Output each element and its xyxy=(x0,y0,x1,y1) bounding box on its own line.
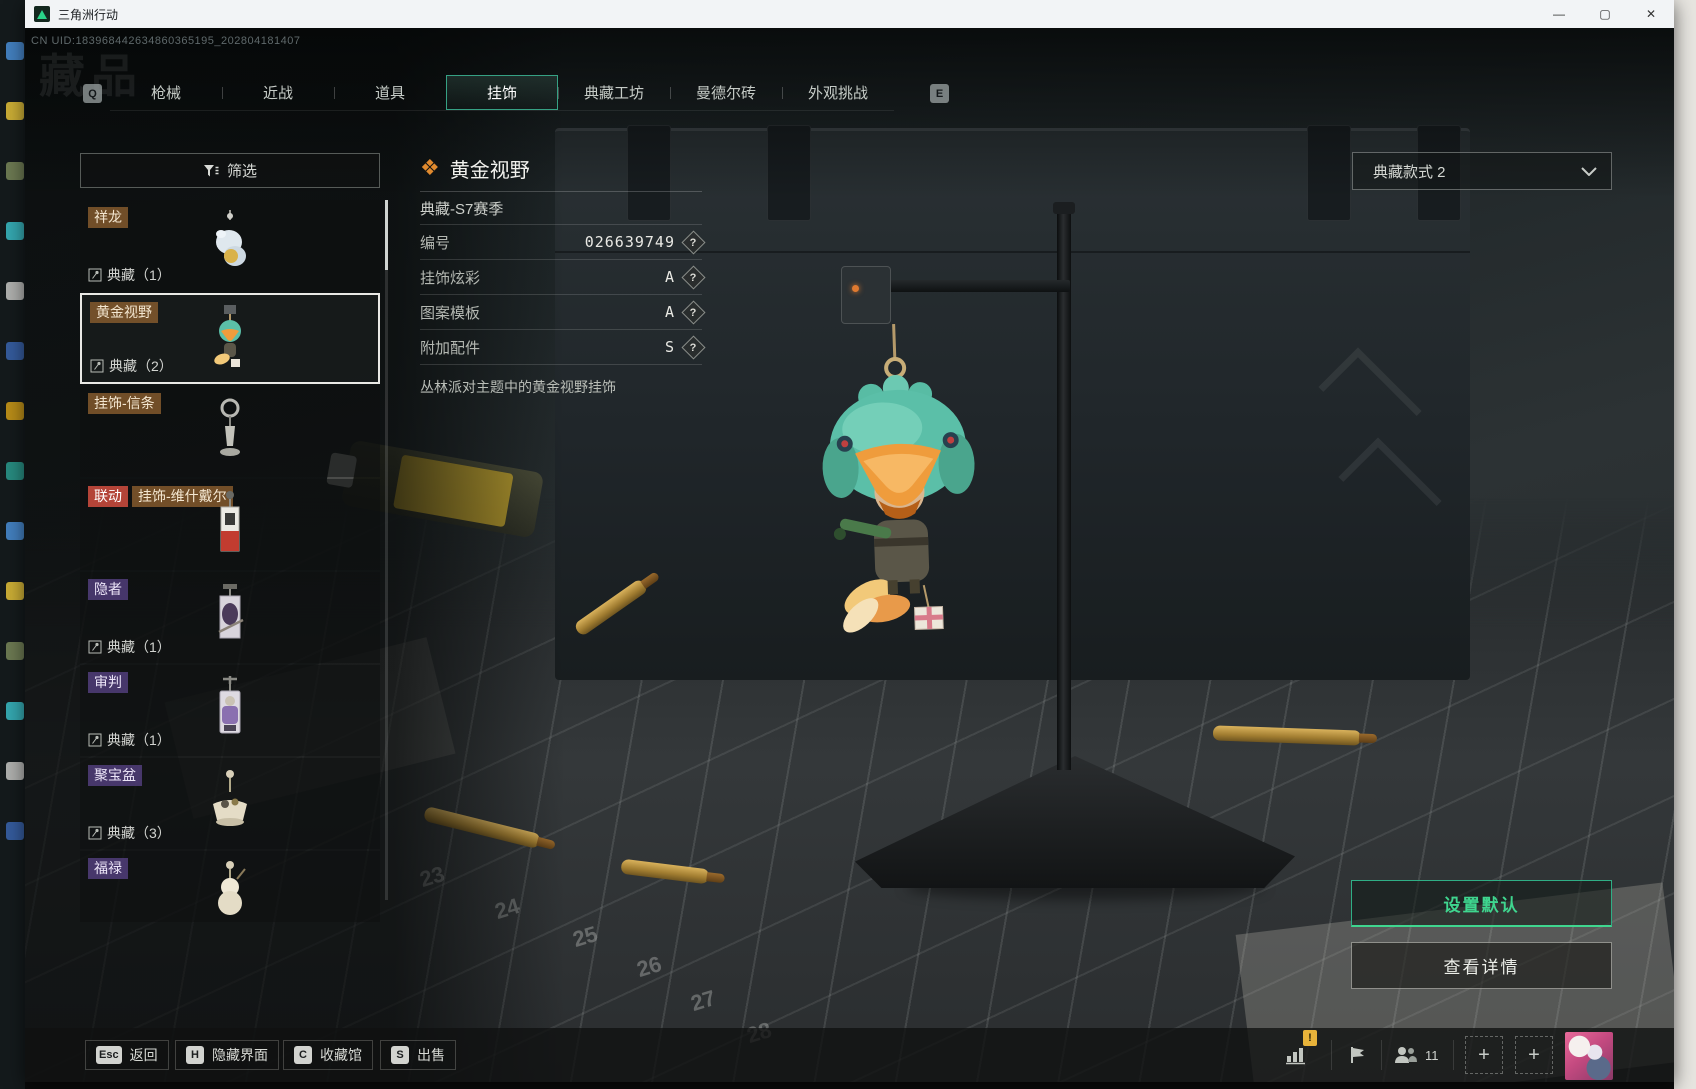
alert-badge: ! xyxy=(1303,1030,1317,1046)
esc-key: Esc xyxy=(96,1046,122,1064)
item-count: 典藏（1） xyxy=(88,265,171,285)
detail-row-colorway: 挂饰炫彩 A ? xyxy=(420,260,706,295)
c-key: C xyxy=(294,1046,312,1064)
item-count: 典藏（2） xyxy=(90,356,173,376)
charm-description: 丛林派对主题中的黄金视野挂饰 xyxy=(420,379,616,395)
collection-icon xyxy=(90,359,104,373)
minimize-button[interactable]: — xyxy=(1536,0,1582,28)
charm-detail-panel: ❖ 黄金视野 典藏-S7赛季 编号 026639749 ? 挂饰炫彩 A ? 图… xyxy=(420,154,706,397)
charm-thumbnail xyxy=(218,861,246,915)
add-slot-button[interactable]: + xyxy=(1465,1036,1503,1074)
tab-charms[interactable]: 挂饰 xyxy=(446,75,558,110)
charm-thumbnail xyxy=(216,210,246,266)
charm-title: 黄金视野 xyxy=(449,159,530,182)
maximize-button[interactable]: ▢ xyxy=(1582,0,1628,28)
list-item-shenpan[interactable]: 审判 典藏（1） xyxy=(80,665,380,756)
player-avatar[interactable] xyxy=(1565,1032,1613,1080)
charm-thumbnail xyxy=(220,398,240,456)
sidebar-scrollbar[interactable] xyxy=(385,200,388,900)
list-item-xianglong[interactable]: 祥龙 典藏（1） xyxy=(80,200,380,291)
help-icon[interactable]: ? xyxy=(681,264,706,290)
charm-thumbnail xyxy=(220,491,240,552)
charm-thumbnail xyxy=(214,305,241,367)
close-button[interactable]: ✕ xyxy=(1628,0,1674,28)
list-item-fulu[interactable]: 福禄 xyxy=(80,851,380,922)
charm-thumbnail xyxy=(219,676,241,734)
prev-tab-keyhint: Q xyxy=(83,84,102,103)
item-count: 典藏（1） xyxy=(88,637,171,657)
add-slot-button[interactable]: + xyxy=(1515,1036,1553,1074)
help-icon[interactable]: ? xyxy=(681,299,706,325)
item-tag: 隐者 xyxy=(88,579,128,600)
rarity-diamond-icon: ❖ xyxy=(420,155,440,180)
detail-row-accessory: 附加配件 S ? xyxy=(420,330,706,365)
charm-list: 祥龙 典藏（1） 黄金视野 典藏（2） 挂饰-信条 联动 挂饰-维什戴尔 隐者 … xyxy=(80,200,380,922)
item-tag: 审判 xyxy=(88,672,128,693)
help-icon[interactable]: ? xyxy=(681,334,706,360)
collab-badge: 联动 xyxy=(88,486,128,507)
app-logo-icon xyxy=(34,6,50,22)
h-key: H xyxy=(186,1046,204,1064)
collection-icon xyxy=(88,826,102,840)
chevron-down-icon xyxy=(1581,166,1597,176)
filter-button[interactable]: 筛选 xyxy=(80,153,380,188)
item-tag: 黄金视野 xyxy=(90,302,158,323)
friends-count: 11 xyxy=(1425,1048,1439,1063)
charm-thumbnail xyxy=(218,584,244,639)
item-count: 典藏（3） xyxy=(88,823,171,843)
bar-chart-icon xyxy=(1286,1048,1305,1065)
hide-ui-shortcut[interactable]: H 隐藏界面 xyxy=(175,1040,279,1070)
sell-shortcut[interactable]: S 出售 xyxy=(380,1040,456,1070)
help-icon[interactable]: ? xyxy=(681,229,706,255)
report-button[interactable] xyxy=(1343,1042,1373,1068)
window-title: 三角洲行动 xyxy=(58,7,119,22)
list-item-huangjinshiye-selected[interactable]: 黄金视野 典藏（2） xyxy=(80,293,380,384)
account-uid: CN UID:183968442634860365195_20280418140… xyxy=(31,35,301,47)
item-tag: 聚宝盆 xyxy=(88,765,142,786)
collection-icon xyxy=(88,640,102,654)
detail-row-serial: 编号 026639749 ? xyxy=(420,225,706,260)
desktop-edge xyxy=(1674,0,1696,1089)
friends-icon xyxy=(1395,1047,1417,1063)
collection-icon xyxy=(88,733,102,747)
item-tag: 福禄 xyxy=(88,858,128,879)
friends-button[interactable] xyxy=(1391,1042,1421,1068)
item-count: 典藏（1） xyxy=(88,730,171,750)
filter-funnel-icon xyxy=(203,164,219,176)
list-item-weishendaier[interactable]: 联动 挂饰-维什戴尔 xyxy=(80,479,380,570)
window-titlebar: 三角洲行动 — ▢ ✕ xyxy=(25,0,1674,28)
item-tag: 祥龙 xyxy=(88,207,128,228)
bottom-bar: Esc 返回 H 隐藏界面 C 收藏馆 S 出售 ! 11 + + xyxy=(25,1028,1674,1082)
filter-label: 筛选 xyxy=(226,163,257,180)
flag-icon xyxy=(1351,1047,1364,1063)
next-tab-keyhint: E xyxy=(930,84,949,103)
collection-hall-shortcut[interactable]: C 收藏馆 xyxy=(283,1040,373,1070)
back-shortcut[interactable]: Esc 返回 xyxy=(85,1040,169,1070)
tab-workshop[interactable]: 典藏工坊 xyxy=(558,75,670,110)
category-tabs: 枪械 近战 道具 挂饰 典藏工坊 曼德尔砖 外观挑战 xyxy=(110,75,894,111)
list-item-jubaopen[interactable]: 聚宝盆 典藏（3） xyxy=(80,758,380,849)
list-item-yinzhe[interactable]: 隐者 典藏（1） xyxy=(80,572,380,663)
scrollbar-thumb[interactable] xyxy=(385,200,388,270)
tab-mandel-brick[interactable]: 曼德尔砖 xyxy=(670,75,782,110)
game-window: 三角洲行动 — ▢ ✕ 23 24 25 26 27 28 xyxy=(25,0,1674,1082)
set-default-button[interactable]: 设置默认 xyxy=(1351,880,1612,927)
tab-items[interactable]: 道具 xyxy=(334,75,446,110)
desktop-icon-strip xyxy=(0,0,25,1089)
style-select-value: 典藏款式 2 xyxy=(1373,163,1446,181)
tab-melee[interactable]: 近战 xyxy=(222,75,334,110)
view-details-button[interactable]: 查看详情 xyxy=(1351,942,1612,989)
tab-firearms[interactable]: 枪械 xyxy=(110,75,222,110)
charm-thumbnail xyxy=(213,770,247,826)
s-key: S xyxy=(391,1046,409,1064)
detail-row-pattern: 图案模板 A ? xyxy=(420,295,706,330)
collection-icon xyxy=(88,268,102,282)
season-label: 典藏-S7赛季 xyxy=(420,192,702,225)
style-select-dropdown[interactable]: 典藏款式 2 xyxy=(1352,152,1612,190)
item-tag: 挂饰-信条 xyxy=(88,393,161,414)
list-item-guashi-xintiao[interactable]: 挂饰-信条 xyxy=(80,386,380,477)
tab-appearance-challenge[interactable]: 外观挑战 xyxy=(782,75,894,110)
game-viewport: 23 24 25 26 27 28 xyxy=(25,28,1674,1082)
